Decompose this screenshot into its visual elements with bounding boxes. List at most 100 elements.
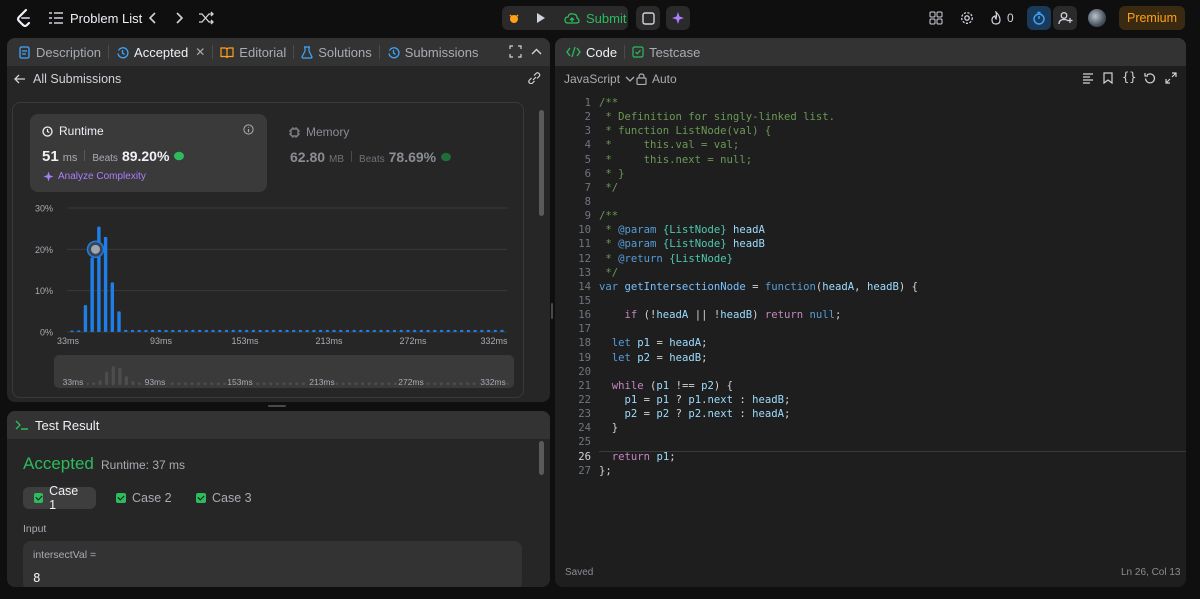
case-2-tab[interactable]: Case 2 — [105, 487, 183, 509]
code-line[interactable]: * @return {ListNode} — [599, 252, 1169, 266]
format-icon[interactable] — [1082, 73, 1094, 84]
memory-header[interactable]: Memory — [289, 125, 349, 139]
close-icon[interactable]: ✕ — [195, 45, 205, 59]
chevron-left-icon[interactable] — [147, 11, 159, 25]
streak-counter[interactable]: 0 — [990, 10, 1014, 26]
runtime-distribution-chart[interactable]: 30% 20% 10% 0% 33ms 93ms 153ms 213ms 272ms 332ms 3… — [7, 198, 527, 388]
memory-beats: 78.69% — [388, 149, 437, 165]
bookmark-icon[interactable] — [1103, 72, 1113, 84]
vertical-resize-handle[interactable] — [268, 405, 286, 407]
all-submissions-link[interactable]: All Submissions — [14, 72, 121, 86]
auto-mode-toggle[interactable]: Auto — [636, 72, 677, 86]
line-number: 15 — [578, 294, 591, 307]
line-number: 10 — [578, 224, 591, 237]
maximize-icon[interactable] — [509, 45, 522, 58]
run-button[interactable] — [528, 6, 552, 30]
debug-button[interactable] — [502, 6, 526, 30]
chart-bar — [124, 329, 128, 332]
history-icon — [388, 46, 400, 58]
leaf-icon — [174, 151, 185, 161]
chart-bar — [318, 329, 323, 332]
code-line[interactable]: /** — [599, 96, 1169, 110]
code-line[interactable]: var getIntersectionNode = function(headA… — [599, 280, 1169, 294]
problem-list-button[interactable]: Problem List — [48, 9, 142, 27]
reset-icon[interactable] — [1144, 72, 1156, 84]
gear-icon[interactable] — [960, 11, 974, 25]
code-editor[interactable]: /** * Definition for singly-linked list.… — [599, 96, 1169, 486]
case-1-tab[interactable]: Case 1 — [23, 484, 96, 512]
y-tick-label: 10% — [35, 286, 53, 296]
tab-editorial[interactable]: Editorial — [213, 38, 293, 66]
code-line[interactable] — [599, 322, 1169, 336]
scrollbar-thumb[interactable] — [539, 110, 544, 216]
mini-chart-bar — [216, 382, 220, 385]
code-line[interactable]: * @param {ListNode} headA — [599, 223, 1169, 237]
expand-icon[interactable] — [1165, 72, 1177, 84]
code-line[interactable]: */ — [599, 266, 1169, 280]
code-line[interactable]: while (p1 !== p2) { — [599, 379, 1169, 393]
code-line[interactable]: /** — [599, 209, 1169, 223]
layout-icon[interactable] — [929, 11, 943, 25]
code-line[interactable] — [599, 435, 1169, 449]
shuffle-icon[interactable] — [198, 11, 214, 25]
code-line[interactable]: */ — [599, 181, 1169, 195]
code-line[interactable]: let p2 = headB; — [599, 351, 1169, 365]
chart-bar — [359, 329, 363, 332]
tab-description[interactable]: Description — [11, 38, 108, 66]
code-line[interactable]: } — [599, 421, 1169, 435]
memory-stats: 62.80 MB Beats 78.69% — [290, 149, 452, 165]
code-line[interactable]: * this.val = val; — [599, 138, 1169, 152]
scrollbar-thumb[interactable] — [539, 441, 544, 475]
chevron-right-icon[interactable] — [173, 11, 185, 25]
tab-solutions[interactable]: Solutions — [294, 38, 378, 66]
code-line[interactable]: }; — [599, 464, 1169, 478]
premium-button[interactable]: Premium — [1119, 6, 1185, 30]
code-line[interactable]: * function ListNode(val) { — [599, 124, 1169, 138]
code-line[interactable]: * } — [599, 167, 1169, 181]
mini-chart-bar — [387, 382, 391, 385]
invite-button[interactable] — [1053, 6, 1077, 30]
tab-submissions[interactable]: Submissions — [380, 38, 486, 66]
mini-chart-bar — [459, 382, 463, 385]
mini-chart-bar — [472, 382, 476, 385]
line-number: 5 — [584, 153, 591, 166]
code-line[interactable]: p2 = p2 ? p2.next : headA; — [599, 407, 1169, 421]
code-line[interactable] — [599, 294, 1169, 308]
braces-icon[interactable]: {} — [1122, 70, 1136, 84]
chart-bar — [244, 329, 249, 332]
code-line[interactable]: * @param {ListNode} headB — [599, 237, 1169, 251]
notes-button[interactable] — [636, 6, 660, 30]
x-tick-label: 93ms — [150, 336, 173, 346]
analyze-complexity-button[interactable]: Analyze Complexity — [43, 171, 146, 182]
line-number: 18 — [578, 337, 591, 350]
code-line[interactable]: if (!headA || !headB) return null; — [599, 308, 1169, 322]
horizontal-resize-handle[interactable] — [551, 303, 553, 319]
code-line[interactable] — [599, 365, 1169, 379]
avatar[interactable] — [1088, 9, 1106, 27]
tab-code[interactable]: Code — [559, 38, 624, 66]
play-icon — [537, 13, 545, 23]
test-result-title[interactable]: Test Result — [35, 418, 99, 433]
tab-testcase[interactable]: Testcase — [625, 38, 707, 66]
ai-assist-button[interactable] — [666, 6, 690, 30]
info-icon[interactable] — [243, 124, 254, 135]
code-line[interactable]: * this.next = null; — [599, 153, 1169, 167]
chart-bar — [386, 329, 390, 332]
tab-accepted[interactable]: Accepted ✕ — [109, 38, 212, 66]
code-line[interactable]: return p1; — [599, 450, 1169, 464]
link-icon[interactable] — [527, 72, 541, 84]
code-line[interactable]: let p1 = headA; — [599, 336, 1169, 350]
language-select[interactable]: JavaScript — [564, 72, 635, 86]
timer-button[interactable] — [1027, 6, 1051, 30]
code-line[interactable]: p1 = p1 ? p1.next : headB; — [599, 393, 1169, 407]
line-number: 8 — [584, 195, 591, 208]
chart-bar — [466, 329, 471, 332]
runtime-header: Runtime — [42, 124, 104, 138]
problem-list-label: Problem List — [70, 10, 143, 26]
code-line[interactable]: * Definition for singly-linked list. — [599, 110, 1169, 124]
code-line[interactable] — [599, 195, 1169, 209]
leetcode-logo[interactable] — [15, 8, 33, 28]
submit-button[interactable]: Submit — [560, 6, 630, 30]
chevron-up-icon[interactable] — [530, 45, 543, 58]
case-3-tab[interactable]: Case 3 — [185, 487, 263, 509]
